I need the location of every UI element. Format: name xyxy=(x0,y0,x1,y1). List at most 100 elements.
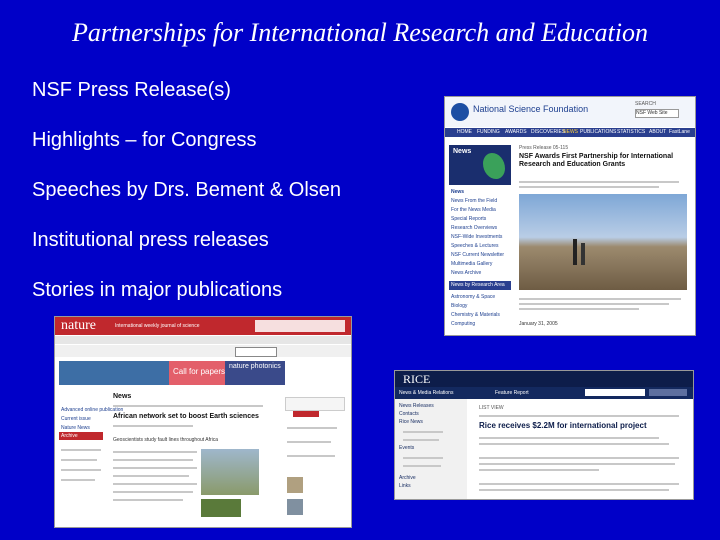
text-line xyxy=(479,437,659,439)
nav-about[interactable]: ABOUT xyxy=(649,129,666,135)
nature-search-bar xyxy=(55,345,351,357)
text-line xyxy=(479,457,679,459)
area-chemistry[interactable]: Chemistry & Materials xyxy=(451,312,500,318)
nature-side-archive[interactable]: Archive xyxy=(61,433,78,439)
nav-discoveries[interactable]: DISCOVERIES xyxy=(531,129,565,135)
research-area-header: News by Research Area xyxy=(451,282,505,288)
text-line xyxy=(519,303,669,305)
nav-fastlane[interactable]: FastLane xyxy=(669,129,690,135)
bullet-nsf-press: NSF Press Release(s) xyxy=(32,79,231,101)
text-line xyxy=(113,451,197,453)
nav-funding[interactable]: FUNDING xyxy=(477,129,500,135)
call-for-papers[interactable]: Call for papers xyxy=(173,367,225,376)
rice-menu-releases[interactable]: News Releases xyxy=(399,403,434,409)
nature-search-input[interactable] xyxy=(235,347,277,357)
rice-menu-news[interactable]: Rice News xyxy=(399,419,423,425)
nature-news-header: News xyxy=(113,393,132,400)
area-computing[interactable]: Computing xyxy=(451,321,475,327)
text-line xyxy=(479,489,669,491)
rice-menu-contacts[interactable]: Contacts xyxy=(399,411,419,417)
sidebar-item-speeches[interactable]: Speeches & Lectures xyxy=(451,243,499,249)
text-line xyxy=(479,469,599,471)
text-line xyxy=(61,459,97,461)
nsf-org-name: National Science Foundation xyxy=(473,104,589,114)
sidebar-item-news[interactable]: News xyxy=(451,189,464,195)
sidebar-item-investments[interactable]: NSF-Wide Investments xyxy=(451,234,502,240)
text-line xyxy=(519,181,679,183)
nav-statistics[interactable]: STATISTICS xyxy=(617,129,645,135)
bullet-institutional: Institutional press releases xyxy=(32,229,269,251)
text-line xyxy=(113,405,263,407)
sidebar-item-multimedia[interactable]: Multimedia Gallery xyxy=(451,261,492,267)
rice-menu-archive[interactable]: Archive xyxy=(399,475,416,481)
text-line xyxy=(61,469,101,471)
area-astronomy[interactable]: Astronomy & Space xyxy=(451,294,495,300)
text-line xyxy=(403,439,439,441)
nature-headline[interactable]: African network set to boost Earth scien… xyxy=(113,413,259,420)
sidebar-item-reports[interactable]: Special Reports xyxy=(451,216,486,222)
nsf-search-label: SEARCH xyxy=(635,101,656,107)
text-line xyxy=(519,308,639,310)
rice-header xyxy=(395,371,693,387)
text-line xyxy=(287,427,337,429)
ad-banner-left[interactable] xyxy=(59,361,169,385)
nsf-search-input[interactable]: NSF Web Site xyxy=(635,109,679,118)
text-line xyxy=(287,455,335,457)
rice-search-input[interactable] xyxy=(585,389,645,396)
area-biology[interactable]: Biology xyxy=(451,303,467,309)
nsf-headline: NSF Awards First Partnership for Interna… xyxy=(519,153,674,168)
nsf-date: January 31, 2005 xyxy=(519,321,558,327)
rice-menu-events[interactable]: Events xyxy=(399,445,414,451)
rice-list-view[interactable]: LIST VIEW xyxy=(479,405,504,411)
text-line xyxy=(403,457,443,459)
nav-news[interactable]: NEWS xyxy=(563,129,578,135)
slide-title: Partnerships for International Research … xyxy=(71,18,649,47)
sidebar-item-media[interactable]: For the News Media xyxy=(451,207,496,213)
rice-headline: Rice receives $2.2M for international pr… xyxy=(479,421,647,430)
nature-side-current[interactable]: Current issue xyxy=(61,416,91,422)
nature-news-photo xyxy=(201,449,259,495)
nsf-screenshot: National Science Foundation SEARCH NSF W… xyxy=(444,96,696,336)
text-line xyxy=(287,441,331,443)
text-line xyxy=(113,467,197,469)
sidebar-item-archive[interactable]: News Archive xyxy=(451,270,481,276)
sidebar-item-field[interactable]: News From the Field xyxy=(451,198,497,204)
rice-logo: RICE xyxy=(403,372,431,386)
text-line xyxy=(61,449,101,451)
press-release-label: Press Release 05-115 xyxy=(519,145,569,151)
field-photo xyxy=(519,194,687,290)
nav-awards[interactable]: AWARDS xyxy=(505,129,527,135)
nsf-logo-icon xyxy=(451,103,469,121)
text-line xyxy=(113,491,193,493)
sidebar-item-overviews[interactable]: Research Overviews xyxy=(451,225,497,231)
rice-screenshot: RICE News & Media Relations Feature Repo… xyxy=(394,370,694,500)
text-line xyxy=(113,483,197,485)
person-figure xyxy=(581,243,585,265)
nature-login-box[interactable] xyxy=(255,320,345,332)
nature-sub-headline: Geoscientists study fault lines througho… xyxy=(113,437,219,443)
nav-publications[interactable]: PUBLICATIONS xyxy=(580,129,616,135)
bullet-speeches: Speeches by Drs. Bement & Olsen xyxy=(32,179,342,201)
rice-tab-feature[interactable]: Feature Report xyxy=(495,390,529,396)
subscribe-button[interactable] xyxy=(293,411,319,417)
nature-nav-bar xyxy=(55,336,351,344)
nature-side-news[interactable]: Nature News xyxy=(61,425,90,431)
bullet-list: NSF Press Release(s) Highlights – for Co… xyxy=(32,78,341,328)
text-line xyxy=(113,499,183,501)
sidebar-item-newsletter[interactable]: NSF Current Newsletter xyxy=(451,252,504,258)
text-line xyxy=(479,443,669,445)
nature-logo: nature xyxy=(61,318,96,333)
text-line xyxy=(479,483,679,485)
rice-search-button[interactable] xyxy=(649,389,687,396)
nav-home[interactable]: HOME xyxy=(457,129,472,135)
text-line xyxy=(403,465,441,467)
journal-name: nature photonics xyxy=(229,363,281,370)
text-line xyxy=(519,298,681,300)
text-line xyxy=(61,479,95,481)
nsf-news-heading: News xyxy=(453,148,472,155)
rice-menu-links[interactable]: Links xyxy=(399,483,411,489)
nature-thumb-photo xyxy=(201,499,241,517)
text-line xyxy=(479,463,675,465)
text-line xyxy=(519,186,659,188)
text-line xyxy=(403,431,443,433)
